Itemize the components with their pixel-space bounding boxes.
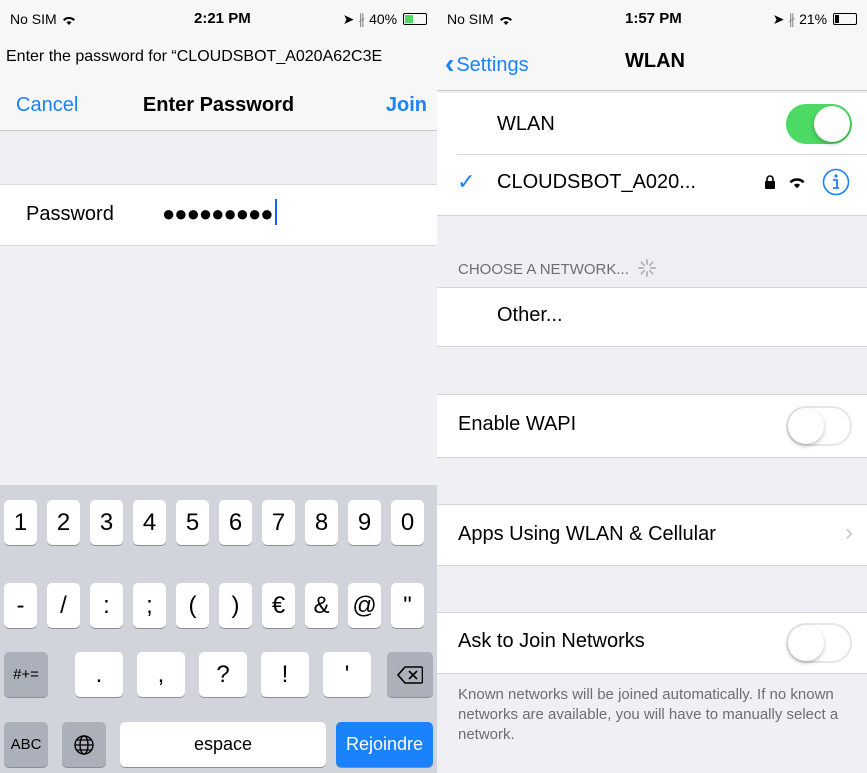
key-period[interactable]: .	[75, 652, 123, 697]
ask-join-toggle[interactable]	[786, 623, 852, 663]
enable-wapi-row: Enable WAPI	[437, 394, 867, 458]
divider	[457, 154, 867, 155]
wlan-group: WLAN ✓ CLOUDSBOT_A020...	[437, 93, 867, 216]
ask-label: Ask to Join Networks	[458, 630, 645, 652]
ask-join-footer: Known networks will be joined automatica…	[458, 686, 839, 743]
key-dash[interactable]: -	[4, 583, 37, 628]
apps-using-wlan-row[interactable]: Apps Using WLAN & Cellular ›	[437, 504, 867, 566]
join-return-key[interactable]: Rejoindre	[336, 722, 433, 767]
password-mask: ●●●●●●●●●	[162, 201, 274, 226]
bluetooth-icon: ∦	[358, 11, 366, 27]
location-icon: ➤	[772, 11, 785, 27]
status-bar: No SIM 2:21 PM ➤ ∦ 40%	[0, 0, 437, 38]
battery-icon	[833, 13, 857, 25]
key-quote[interactable]: "	[391, 583, 424, 628]
wlan-label: WLAN	[497, 113, 555, 135]
key-4[interactable]: 4	[133, 500, 166, 545]
page-title: Enter Password	[142, 94, 295, 116]
key-euro[interactable]: €	[262, 583, 295, 628]
toggle-knob	[814, 106, 850, 142]
wifi-icon	[499, 17, 512, 26]
key-8[interactable]: 8	[305, 500, 338, 545]
key-question[interactable]: ?	[199, 652, 247, 697]
key-apostrophe[interactable]: '	[323, 652, 371, 697]
bluetooth-icon: ∦	[788, 11, 796, 27]
battery-icon	[403, 13, 427, 25]
page-title: WLAN	[625, 50, 685, 72]
ask-to-join-row: Ask to Join Networks	[437, 612, 867, 674]
chevron-right-icon: ›	[845, 519, 853, 546]
key-semicolon[interactable]: ;	[133, 583, 166, 628]
choose-network-header: CHOOSE A NETWORK...	[458, 258, 657, 278]
key-ampersand[interactable]: &	[305, 583, 338, 628]
status-bar: No SIM 1:57 PM ➤ ∦ 21%	[437, 0, 867, 38]
abc-key[interactable]: ABC	[4, 722, 48, 767]
symbols-key[interactable]: #+=	[4, 652, 48, 697]
battery-percent: 21%	[799, 11, 828, 27]
space-key[interactable]: espace	[120, 722, 326, 767]
password-label: Password	[26, 203, 114, 225]
password-prompt: Enter the password for “CLOUDSBOT_A020A6…	[0, 38, 437, 84]
key-colon[interactable]: :	[90, 583, 123, 628]
back-button[interactable]: ‹ Settings	[445, 48, 529, 80]
key-slash[interactable]: /	[47, 583, 80, 628]
key-comma[interactable]: ,	[137, 652, 185, 697]
join-button[interactable]: Join	[386, 94, 427, 117]
lock-icon	[765, 175, 775, 189]
status-time: 1:57 PM	[625, 10, 682, 27]
key-6[interactable]: 6	[219, 500, 252, 545]
wifi-icon	[62, 17, 75, 26]
choose-network-label: CHOOSE A NETWORK...	[458, 261, 629, 278]
wapi-toggle[interactable]	[786, 406, 852, 446]
wlan-settings-screen: No SIM 1:57 PM ➤ ∦ 21% ‹ Settings WLAN WL…	[437, 0, 867, 773]
wifi-icon	[789, 178, 805, 189]
key-1[interactable]: 1	[4, 500, 37, 545]
other-label: Other...	[497, 304, 563, 326]
globe-key[interactable]	[62, 722, 106, 767]
network-name: CLOUDSBOT_A020...	[497, 171, 696, 193]
backspace-icon	[396, 666, 424, 684]
keyboard: 1 2 3 4 5 6 7 8 9 0 - / : ; ( ) € & @ " …	[0, 485, 437, 773]
enter-password-screen: No SIM 2:21 PM ➤ ∦ 40% Enter the passwor…	[0, 0, 437, 773]
carrier-label: No SIM	[447, 11, 494, 27]
wapi-label: Enable WAPI	[458, 413, 577, 435]
info-icon[interactable]	[822, 168, 850, 196]
location-icon: ➤	[342, 11, 355, 27]
status-time: 2:21 PM	[194, 10, 251, 27]
key-open-paren[interactable]: (	[176, 583, 209, 628]
globe-icon	[74, 735, 94, 755]
navigation-bar: ‹ Settings WLAN	[437, 38, 867, 91]
key-5[interactable]: 5	[176, 500, 209, 545]
key-9[interactable]: 9	[348, 500, 381, 545]
carrier-label: No SIM	[10, 11, 57, 27]
checkmark-icon: ✓	[457, 169, 476, 194]
chevron-left-icon: ‹	[445, 48, 455, 79]
key-3[interactable]: 3	[90, 500, 123, 545]
back-label: Settings	[456, 54, 529, 76]
other-network-row[interactable]: Other...	[437, 287, 867, 347]
wlan-toggle[interactable]	[786, 104, 852, 144]
key-exclamation[interactable]: !	[261, 652, 309, 697]
battery-percent: 40%	[369, 11, 398, 27]
toggle-knob	[788, 408, 824, 444]
key-0[interactable]: 0	[391, 500, 424, 545]
spinner-icon	[638, 259, 657, 277]
toggle-knob	[788, 625, 824, 661]
key-at[interactable]: @	[348, 583, 381, 628]
password-input[interactable]: ●●●●●●●●●	[162, 199, 277, 227]
apps-label: Apps Using WLAN & Cellular	[458, 523, 716, 545]
password-field-row[interactable]: Password ●●●●●●●●●	[0, 184, 437, 246]
text-cursor	[274, 199, 277, 225]
backspace-key[interactable]	[387, 652, 433, 697]
key-2[interactable]: 2	[47, 500, 80, 545]
key-7[interactable]: 7	[262, 500, 295, 545]
key-close-paren[interactable]: )	[219, 583, 252, 628]
navigation-bar: Cancel Enter Password Join	[0, 84, 437, 131]
